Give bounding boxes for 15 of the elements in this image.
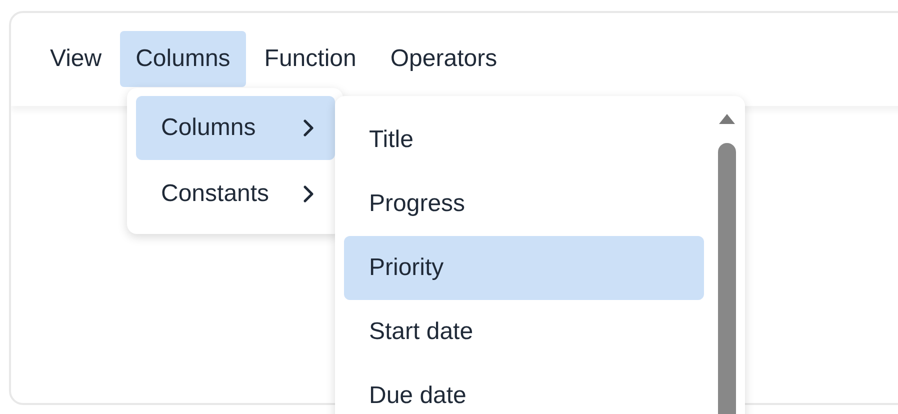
scroll-up-icon[interactable] xyxy=(718,113,736,125)
column-option[interactable]: Due date xyxy=(344,364,704,414)
column-option[interactable]: Start date xyxy=(344,300,704,364)
menu-item[interactable]: Columns xyxy=(120,31,246,87)
chevron-right-icon xyxy=(303,119,315,137)
submenu-item[interactable]: Constants xyxy=(136,162,335,226)
menu-item[interactable]: Function xyxy=(248,31,372,87)
chevron-right-icon xyxy=(303,185,315,203)
column-option[interactable]: Progress xyxy=(344,172,704,236)
column-option[interactable]: Title xyxy=(344,108,704,172)
menu-item[interactable]: Operators xyxy=(374,31,514,87)
menu-item[interactable]: View xyxy=(34,31,118,87)
column-option[interactable]: Priority xyxy=(344,236,704,300)
scrollbar-thumb[interactable] xyxy=(718,143,736,414)
submenu-item[interactable]: Columns xyxy=(136,96,335,160)
